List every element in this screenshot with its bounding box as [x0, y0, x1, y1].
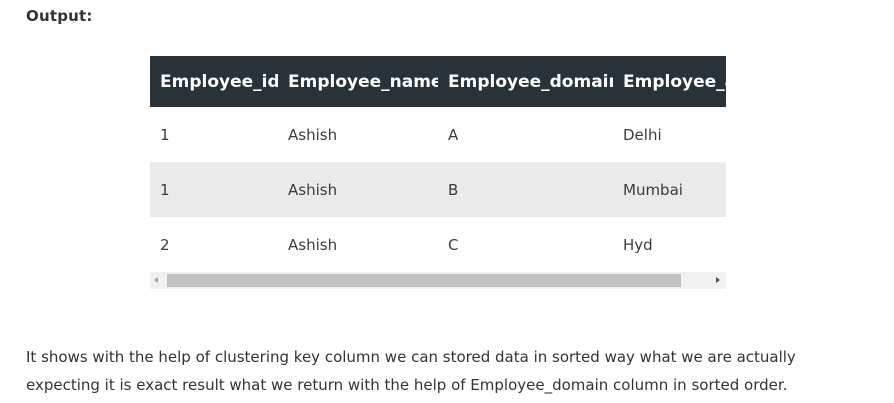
employee-table: Employee_id Employee_name Employee_domai…	[150, 56, 726, 272]
table-header-row: Employee_id Employee_name Employee_domai…	[150, 56, 726, 107]
cell-employee-address: Hyd	[623, 235, 653, 254]
cell-employee-id: 2	[160, 235, 170, 254]
table-scroll-container[interactable]: Employee_id Employee_name Employee_domai…	[150, 56, 726, 289]
cell-employee-name: Ashish	[288, 125, 338, 144]
paragraph-line: It shows with the help of clustering key…	[26, 348, 796, 366]
column-header-employee-id: Employee_id	[160, 71, 278, 92]
cell-employee-name: Ashish	[288, 235, 338, 254]
scroll-left-arrow-icon[interactable]	[154, 277, 158, 283]
scrollbar-thumb[interactable]	[167, 274, 681, 287]
table-row: 1 Ashish B Mumbai	[150, 162, 726, 217]
column-header-employee-address: Employee_address	[623, 71, 726, 92]
cell-employee-name: Ashish	[288, 180, 338, 199]
cell-employee-id: 1	[160, 180, 170, 199]
output-heading: Output:	[26, 7, 93, 25]
explanation-paragraph: It shows with the help of clustering key…	[26, 343, 876, 399]
table-row: 1 Ashish A Delhi	[150, 107, 726, 162]
cell-employee-domain: B	[448, 180, 459, 199]
horizontal-scrollbar[interactable]	[150, 272, 726, 289]
table-row: 2 Ashish C Hyd	[150, 217, 726, 272]
cell-employee-id: 1	[160, 125, 170, 144]
column-header-employee-domain: Employee_domain	[448, 71, 613, 92]
scroll-right-arrow-icon[interactable]	[716, 277, 720, 283]
cell-employee-address: Mumbai	[623, 180, 683, 199]
paragraph-line: expecting it is exact result what we ret…	[26, 376, 788, 394]
column-header-employee-name: Employee_name	[288, 71, 438, 92]
cell-employee-domain: A	[448, 125, 459, 144]
cell-employee-domain: C	[448, 235, 459, 254]
cell-employee-address: Delhi	[623, 125, 662, 144]
